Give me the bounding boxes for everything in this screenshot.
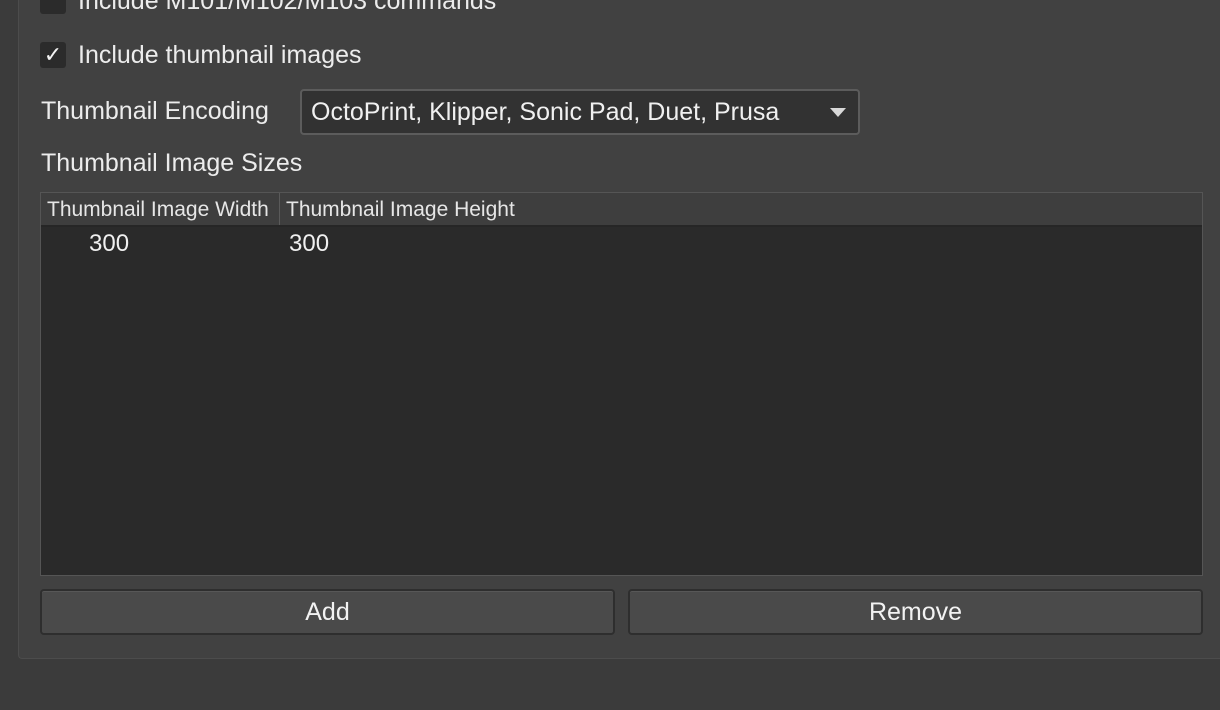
m10x-commands-checkbox[interactable] [40, 0, 66, 14]
thumbnail-sizes-table[interactable]: Thumbnail Image Width Thumbnail Image He… [40, 192, 1203, 576]
checkmark-icon: ✓ [43, 42, 63, 67]
thumbnail-images-option[interactable]: ✓ Include thumbnail images [40, 40, 362, 70]
add-button[interactable]: Add [40, 589, 615, 635]
table-header: Thumbnail Image Width Thumbnail Image He… [41, 193, 1202, 227]
table-row[interactable]: 300 300 [41, 227, 1202, 261]
m10x-commands-label: Include M101/M102/M103 commands [78, 0, 497, 15]
column-header-width[interactable]: Thumbnail Image Width [41, 193, 280, 225]
column-header-height[interactable]: Thumbnail Image Height [280, 193, 1202, 225]
cell-width[interactable]: 300 [41, 230, 280, 258]
m10x-commands-option[interactable]: Include M101/M102/M103 commands [40, 0, 496, 16]
chevron-down-icon [830, 108, 846, 117]
thumbnail-settings-page: Include M101/M102/M103 commands ✓ Includ… [0, 0, 1220, 710]
cell-height[interactable]: 300 [280, 230, 329, 258]
thumbnail-encoding-value: OctoPrint, Klipper, Sonic Pad, Duet, Pru… [311, 97, 780, 126]
thumbnail-encoding-select[interactable]: OctoPrint, Klipper, Sonic Pad, Duet, Pru… [300, 89, 860, 135]
thumbnail-sizes-label: Thumbnail Image Sizes [41, 149, 303, 177]
remove-button[interactable]: Remove [628, 589, 1203, 635]
thumbnail-images-checkbox[interactable]: ✓ [40, 42, 66, 68]
thumbnail-encoding-label: Thumbnail Encoding [41, 97, 269, 125]
thumbnail-images-label: Include thumbnail images [78, 40, 362, 69]
